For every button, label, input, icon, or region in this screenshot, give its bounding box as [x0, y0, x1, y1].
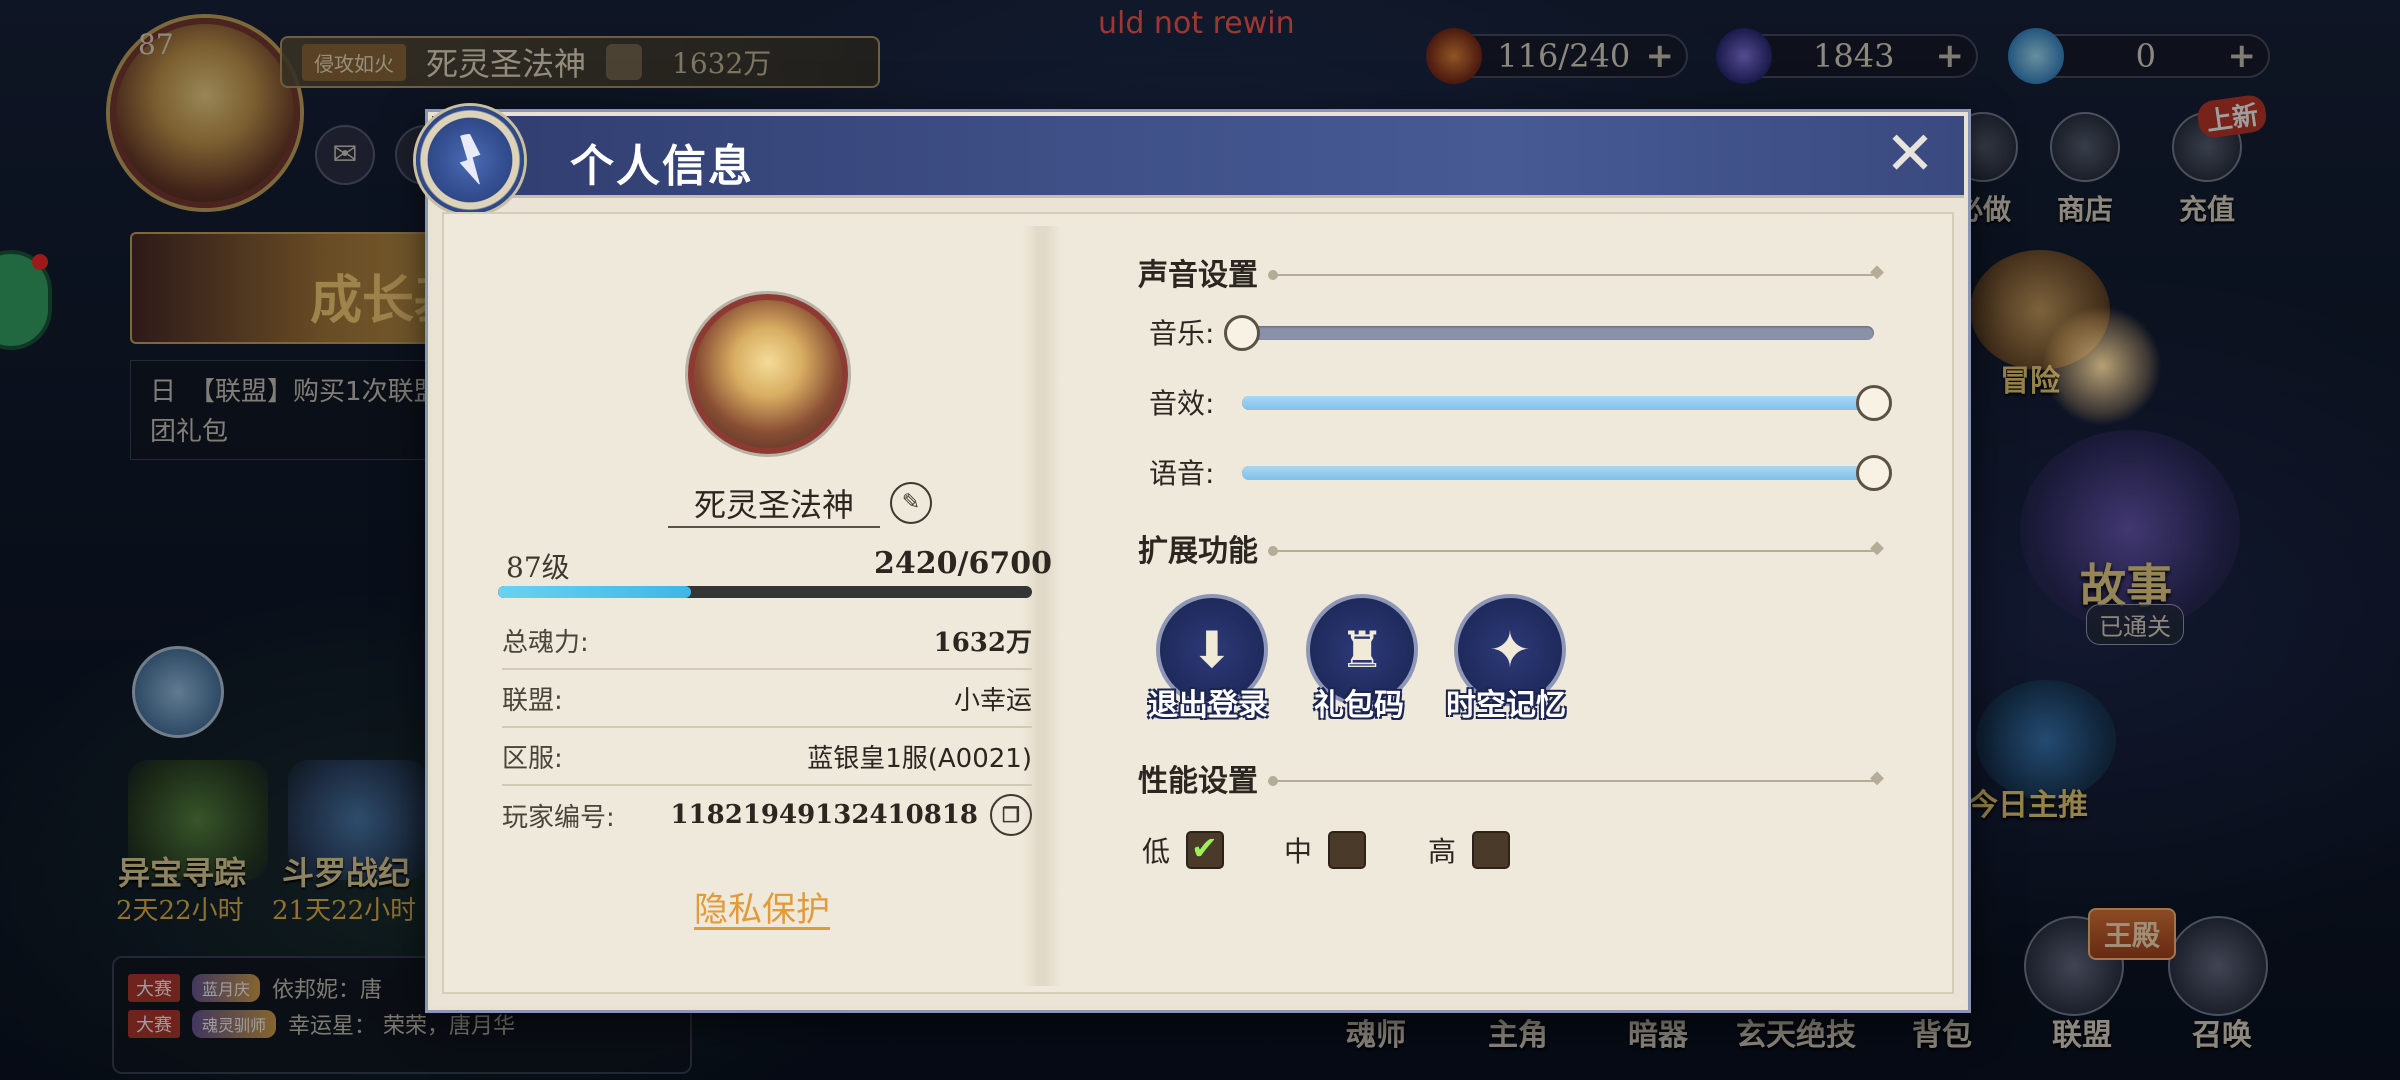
- music-label: 音乐:: [1149, 317, 1215, 350]
- performance-title: 性能设置: [1138, 764, 1258, 799]
- voice-slider[interactable]: [1242, 455, 1892, 491]
- sfx-label: 音效:: [1149, 387, 1215, 420]
- compass-star-icon: ✦: [1489, 621, 1531, 679]
- slider-knob[interactable]: [1224, 315, 1260, 351]
- logout-label: 退出登录: [1148, 688, 1268, 723]
- info-row-alliance: 联盟: 小幸运: [502, 670, 1032, 728]
- perf-option-medium[interactable]: 中: [1284, 830, 1367, 870]
- checkbox[interactable]: [1186, 829, 1225, 869]
- checkbox[interactable]: [1472, 831, 1511, 869]
- info-row-total-power: 总魂力: 1632万: [502, 612, 1032, 670]
- slider-knob[interactable]: [1856, 455, 1892, 491]
- xp-text: 2420/6700: [874, 546, 1052, 581]
- gift-code-icon: ♜: [1339, 621, 1385, 679]
- perf-option-low[interactable]: 低: [1142, 829, 1225, 870]
- slider-knob[interactable]: [1856, 385, 1892, 421]
- decorative-glow: [2042, 306, 2162, 426]
- level-label: 87级: [506, 551, 570, 584]
- sfx-slider[interactable]: [1242, 385, 1892, 421]
- voice-label: 语音:: [1149, 457, 1215, 490]
- info-row-player-id: 玩家编号: 11821949132410818 ❐: [502, 786, 1032, 844]
- privacy-protection-link[interactable]: 隐私保护: [694, 882, 830, 931]
- checkbox[interactable]: [1328, 831, 1367, 869]
- section-divider: [1268, 767, 1884, 788]
- copy-icon[interactable]: ❐: [990, 794, 1032, 836]
- perf-option-high[interactable]: 高: [1428, 830, 1511, 870]
- sound-settings-title: 声音设置: [1138, 258, 1258, 293]
- dialog-title: 个人信息: [570, 141, 754, 192]
- panel-divider: [1022, 226, 1062, 986]
- edit-name-icon[interactable]: ✎: [890, 482, 932, 524]
- slider-fill: [1242, 396, 1874, 410]
- profile-name: 死灵圣法神: [693, 486, 854, 524]
- time-memory-label: 时空记忆: [1446, 688, 1566, 723]
- logout-icon: ⬇: [1191, 621, 1233, 679]
- xp-progress-fill: [498, 586, 691, 598]
- slider-fill: [1242, 466, 1874, 480]
- lightning-emblem-icon: [416, 106, 524, 214]
- xp-progress-bar: [498, 586, 1032, 598]
- personal-info-dialog: 个人信息 ✕ 死灵圣法神 ✎ 87级 2420/6700 总魂力: 1632万 …: [416, 106, 2162, 1010]
- section-divider: [1268, 537, 1884, 558]
- close-icon[interactable]: ✕: [1880, 124, 1940, 186]
- profile-avatar[interactable]: [688, 294, 848, 454]
- extensions-title: 扩展功能: [1138, 534, 1258, 569]
- dialog-header: 个人信息 ✕: [416, 106, 1964, 214]
- section-divider: [1268, 261, 1884, 282]
- info-row-server: 区服: 蓝银皇1服(A0021): [502, 728, 1032, 786]
- gift-code-label: 礼包码: [1314, 688, 1404, 723]
- music-slider[interactable]: [1224, 315, 1874, 351]
- player-id-value: 11821949132410818: [670, 800, 978, 830]
- name-underline: [668, 526, 880, 528]
